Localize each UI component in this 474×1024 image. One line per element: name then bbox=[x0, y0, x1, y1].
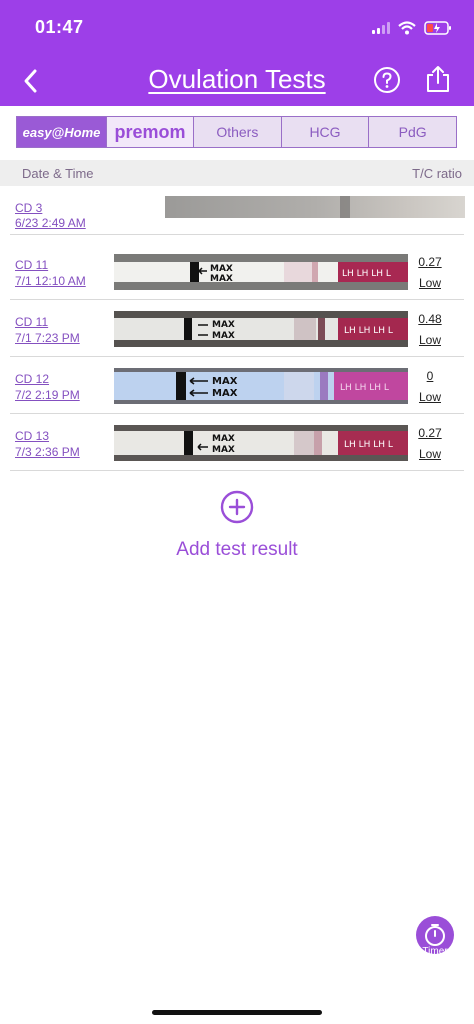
level-label[interactable]: Low bbox=[410, 390, 450, 404]
add-test-result-button[interactable] bbox=[220, 490, 254, 524]
share-button[interactable] bbox=[424, 64, 452, 94]
tc-ratio-value[interactable]: 0 bbox=[410, 369, 450, 383]
tc-ratio-value[interactable]: 0.27 bbox=[410, 426, 450, 440]
test-strip-image[interactable]: MAX MAX LH LH LH L bbox=[114, 368, 408, 404]
status-icons bbox=[372, 19, 452, 37]
cycle-day[interactable]: CD 12 bbox=[15, 372, 49, 386]
strip-max-text: MAX bbox=[212, 320, 235, 330]
brand-tabs: easy@Home premom Others HCG PdG bbox=[16, 116, 457, 148]
test-datetime[interactable]: 7/1 12:10 AM bbox=[15, 274, 86, 288]
tab-premom[interactable]: premom bbox=[107, 117, 194, 147]
strip-max-text: MAX bbox=[212, 331, 235, 341]
strip-max-text: MAX bbox=[210, 274, 233, 284]
cycle-day[interactable]: CD 13 bbox=[15, 429, 49, 443]
share-icon bbox=[427, 66, 449, 92]
level-label[interactable]: Low bbox=[410, 447, 450, 461]
tab-label: easy@Home bbox=[22, 124, 101, 140]
test-row[interactable]: CD 13 7/3 2:36 PM MAX MAX LH LH LH L 0.2… bbox=[0, 414, 474, 471]
strip-max-text: MAX bbox=[210, 264, 233, 274]
test-datetime[interactable]: 7/2 2:19 PM bbox=[15, 388, 80, 402]
test-row[interactable]: CD 3 6/23 2:49 AM bbox=[0, 188, 474, 235]
plus-circle-icon bbox=[220, 490, 254, 524]
test-datetime[interactable]: 7/1 7:23 PM bbox=[15, 331, 80, 345]
row-divider bbox=[10, 234, 464, 235]
status-time: 01:47 bbox=[35, 17, 84, 37]
tab-others[interactable]: Others bbox=[194, 117, 282, 147]
tab-label: premom bbox=[114, 121, 186, 142]
help-button[interactable] bbox=[373, 66, 401, 94]
column-header: Date & Time T/C ratio bbox=[0, 160, 474, 186]
home-indicator[interactable] bbox=[152, 1010, 322, 1015]
test-row[interactable]: CD 11 7/1 12:10 AM MAX MAX LH LH LH L 0.… bbox=[0, 243, 474, 300]
test-strip-image[interactable] bbox=[165, 196, 465, 218]
page-title: Ovulation Tests bbox=[148, 64, 326, 94]
cycle-day[interactable]: CD 11 bbox=[15, 258, 48, 272]
tc-ratio-value[interactable]: 0.27 bbox=[410, 255, 450, 269]
strip-max-text: MAX bbox=[212, 434, 235, 444]
strip-lh-text: LH LH LH L bbox=[340, 383, 389, 393]
battery-icon bbox=[424, 21, 452, 35]
tab-easy-home[interactable]: easy@Home bbox=[17, 117, 107, 147]
strip-lh-text: LH LH LH L bbox=[344, 326, 393, 336]
strip-lh-text: LH LH LH L bbox=[342, 269, 391, 279]
strip-lh-text: LH LH LH L bbox=[344, 440, 393, 450]
cycle-day[interactable]: CD 11 bbox=[15, 315, 48, 329]
date-time-column-label: Date & Time bbox=[22, 166, 94, 181]
signal-icon bbox=[372, 22, 390, 34]
test-strip-image[interactable]: MAX MAX LH LH LH L bbox=[114, 425, 408, 461]
strip-max-text: MAX bbox=[212, 388, 238, 399]
row-divider bbox=[10, 470, 464, 471]
tc-ratio-value[interactable]: 0.48 bbox=[410, 312, 450, 326]
test-row[interactable]: CD 12 7/2 2:19 PM MAX MAX LH LH LH L 0 L… bbox=[0, 357, 474, 414]
tab-pdg[interactable]: PdG bbox=[369, 117, 456, 147]
test-datetime[interactable]: 7/3 2:36 PM bbox=[15, 445, 80, 459]
question-icon bbox=[374, 67, 400, 93]
test-row[interactable]: CD 11 7/1 7:23 PM MAX MAX LH LH LH L 0.4… bbox=[0, 300, 474, 357]
test-strip-image[interactable]: MAX MAX LH LH LH L bbox=[114, 254, 408, 290]
cycle-day[interactable]: CD 3 bbox=[15, 201, 42, 215]
timer-label: Timer bbox=[422, 946, 448, 957]
level-label[interactable]: Low bbox=[410, 333, 450, 347]
tab-label: HCG bbox=[309, 124, 341, 140]
stopwatch-icon bbox=[425, 924, 445, 946]
add-test-result-label[interactable]: Add test result bbox=[0, 539, 474, 561]
app-header: 01:47 Ovulation Tests bbox=[0, 0, 474, 106]
tc-ratio-column-label: T/C ratio bbox=[412, 166, 462, 181]
test-datetime[interactable]: 6/23 2:49 AM bbox=[15, 216, 86, 230]
test-strip-image[interactable]: MAX MAX LH LH LH L bbox=[114, 311, 408, 347]
level-label[interactable]: Low bbox=[410, 276, 450, 290]
wifi-icon bbox=[398, 21, 416, 35]
strip-max-text: MAX bbox=[212, 376, 238, 387]
tab-label: Others bbox=[216, 124, 259, 140]
strip-max-text: MAX bbox=[212, 445, 235, 455]
tab-hcg[interactable]: HCG bbox=[282, 117, 370, 147]
tab-label: PdG bbox=[398, 124, 427, 140]
